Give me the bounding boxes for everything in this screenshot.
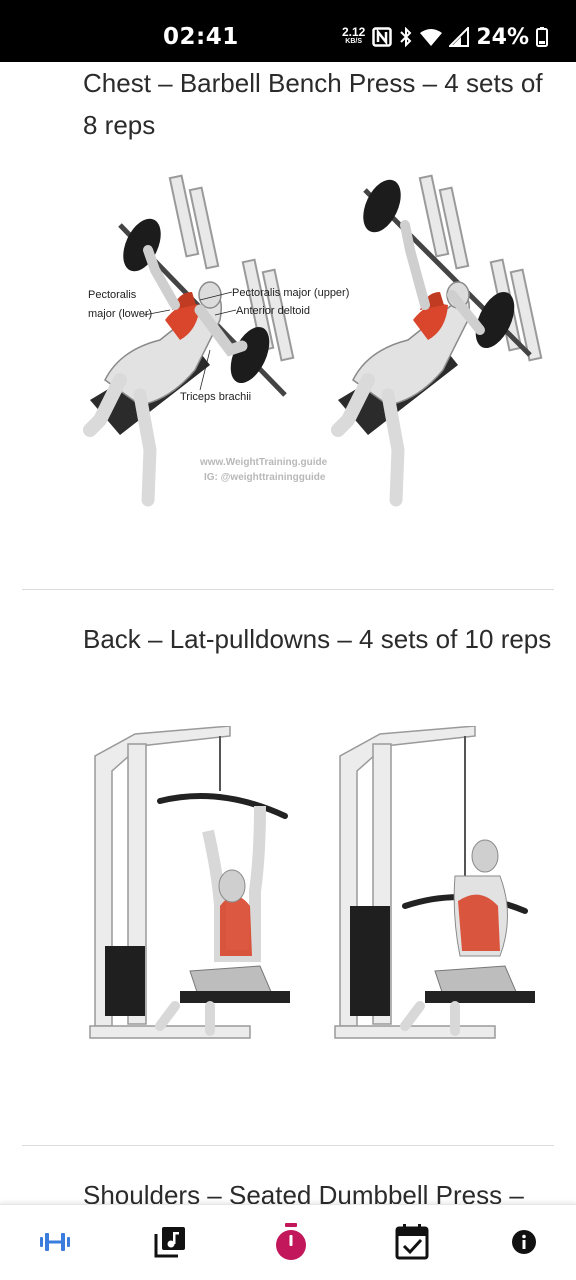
status-icons: 2.12 KB/S 24% [342,22,548,52]
label-pectoralis-upper: Pectoralis major (upper) [232,287,349,299]
info-icon [512,1230,536,1254]
battery-icon [536,27,548,47]
exercise-title: Chest – Barbell Bench Press – 4 sets of … [83,68,543,140]
status-time: 02:41 [163,24,239,50]
network-speed-unit: KB/S [345,38,363,45]
watermark-url: www.WeightTraining.guide [199,457,328,468]
exercise-card-shoulders: Shoulders – Seated Dumbbell Press – [0,1174,576,1204]
nav-timer[interactable] [271,1221,311,1263]
label-anterior-deltoid: Anterior deltoid [236,305,310,317]
battery-percent: 24% [476,24,529,50]
nav-music[interactable] [150,1221,190,1263]
status-bar: 02:41 2.12 KB/S 24% [0,0,576,62]
calendar-check-icon [395,1224,429,1260]
watermark-handle: IG: @weighttrainingguide [204,472,326,483]
exercise-card-chest: Chest – Barbell Bench Press – 4 sets of … [0,62,576,590]
nav-calendar[interactable] [392,1221,432,1263]
dumbbell-icon [40,1233,70,1251]
lat-pulldown-illustration [89,726,535,1039]
nfc-icon [372,27,393,47]
network-speed-value: 2.12 [341,25,366,39]
wifi-icon [420,29,443,46]
label-pectoralis-lower-1: Pectoralis [88,289,137,301]
nav-info[interactable] [504,1221,544,1263]
bench-press-illustration: Pectoralis major (lower) Pectoralis majo… [83,174,543,507]
exercise-card-back: Back – Lat-pulldowns – 4 sets of 10 reps [0,618,576,1146]
label-triceps: Triceps brachii [180,391,251,403]
bluetooth-icon [400,27,412,47]
stopwatch-icon [276,1223,306,1260]
music-library-icon [154,1227,185,1258]
label-pectoralis-lower-2: major (lower) [88,308,152,320]
divider [22,589,554,590]
exercise-title: Back – Lat-pulldowns – 4 sets of 10 reps [83,624,552,654]
exercise-title: Shoulders – Seated Dumbbell Press – [83,1180,524,1204]
exercise-list[interactable]: Chest – Barbell Bench Press – 4 sets of … [0,62,576,1204]
divider [22,1145,554,1146]
nav-workouts[interactable] [35,1221,75,1263]
bottom-navigation [0,1204,576,1280]
signal-icon [449,27,470,47]
network-speed: 2.12 KB/S [341,25,366,47]
